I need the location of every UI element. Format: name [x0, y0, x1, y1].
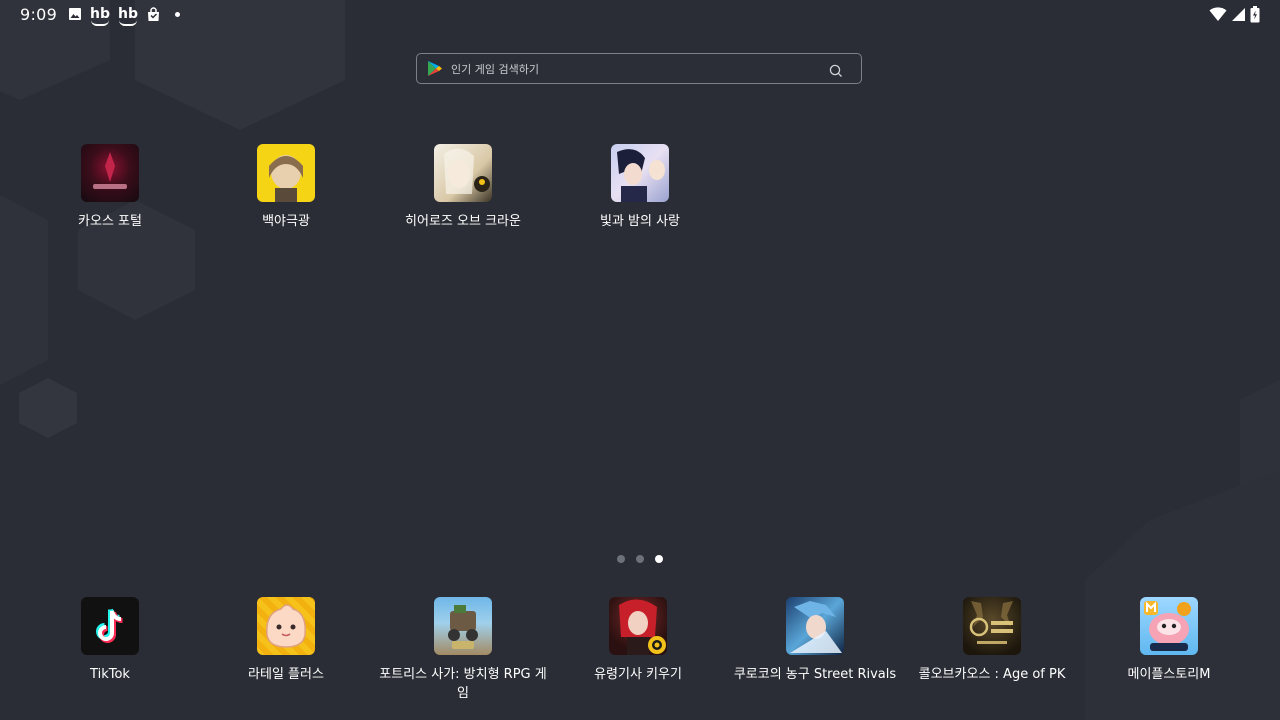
app-label: 빛과 밤의 사랑	[599, 214, 681, 229]
page-dot-2[interactable]	[636, 555, 644, 563]
page-dot-1[interactable]	[617, 555, 625, 563]
app-label: 카오스 포털	[78, 214, 142, 229]
ghost-knight-icon	[609, 597, 667, 655]
clock: 9:09	[20, 5, 58, 24]
cellular-signal-icon	[1231, 5, 1246, 23]
google-play-icon	[428, 61, 442, 80]
alchemy-stars-icon	[257, 144, 315, 202]
notification-icons: hb hb	[68, 5, 180, 26]
app-latale-plus[interactable]: 라테일 플러스	[201, 597, 371, 684]
search-input[interactable]	[449, 57, 833, 82]
app-label: 라테일 플러스	[248, 667, 324, 682]
app-light-and-night[interactable]: 빛과 밤의 사랑	[555, 144, 725, 231]
app-chaos-portal[interactable]: 카오스 포털	[25, 144, 195, 231]
search-icon[interactable]	[829, 63, 843, 82]
page-indicator	[617, 555, 663, 563]
shopping-bag-icon	[146, 5, 161, 23]
app-label: 콜오브카오스 : Age of PK	[918, 667, 1066, 682]
app-alchemy-stars[interactable]: 백야극광	[201, 144, 371, 231]
app-label: 포트리스 사가: 방치형 RPG 게임	[379, 667, 547, 701]
image-icon	[68, 5, 82, 23]
light-and-night-icon	[611, 144, 669, 202]
latale-plus-icon	[257, 597, 315, 655]
app-maplestory-m[interactable]: 메이플스토리M	[1084, 597, 1254, 684]
tiktok-icon	[81, 597, 139, 655]
app-label: 히어로즈 오브 크라운	[405, 214, 521, 229]
maplestory-m-icon	[1140, 597, 1198, 655]
dot-icon	[175, 11, 180, 17]
app-heroes-of-crown[interactable]: 히어로즈 오브 크라운	[378, 144, 548, 231]
app-kuroko-basketball[interactable]: 쿠로코의 농구 Street Rivals	[730, 597, 900, 684]
call-of-chaos-icon	[963, 597, 1021, 655]
app-tiktok[interactable]: TikTok	[25, 597, 195, 684]
chaos-portal-icon	[81, 144, 139, 202]
system-status-icons	[1209, 5, 1260, 23]
fortress-saga-icon	[434, 597, 492, 655]
game-search-bar[interactable]	[416, 53, 862, 84]
hb-icon: hb	[118, 6, 138, 26]
app-fortress-saga[interactable]: 포트리스 사가: 방치형 RPG 게임	[378, 597, 548, 703]
status-bar: 9:09 hb hb	[0, 0, 1280, 30]
app-label: 쿠로코의 농구 Street Rivals	[733, 667, 897, 682]
app-ghost-knight[interactable]: 유령기사 키우기	[553, 597, 723, 684]
app-label: 유령기사 키우기	[594, 667, 682, 682]
app-label: TikTok	[90, 667, 130, 682]
battery-icon	[1250, 5, 1260, 23]
app-call-of-chaos[interactable]: 콜오브카오스 : Age of PK	[907, 597, 1077, 684]
hb-icon: hb	[90, 6, 110, 26]
app-label: 백야극광	[262, 214, 310, 229]
page-dot-3-active[interactable]	[655, 555, 663, 563]
heroes-of-crown-icon	[434, 144, 492, 202]
app-label: 메이플스토리M	[1127, 667, 1211, 682]
wifi-icon	[1209, 5, 1227, 23]
kuroko-basketball-icon	[786, 597, 844, 655]
